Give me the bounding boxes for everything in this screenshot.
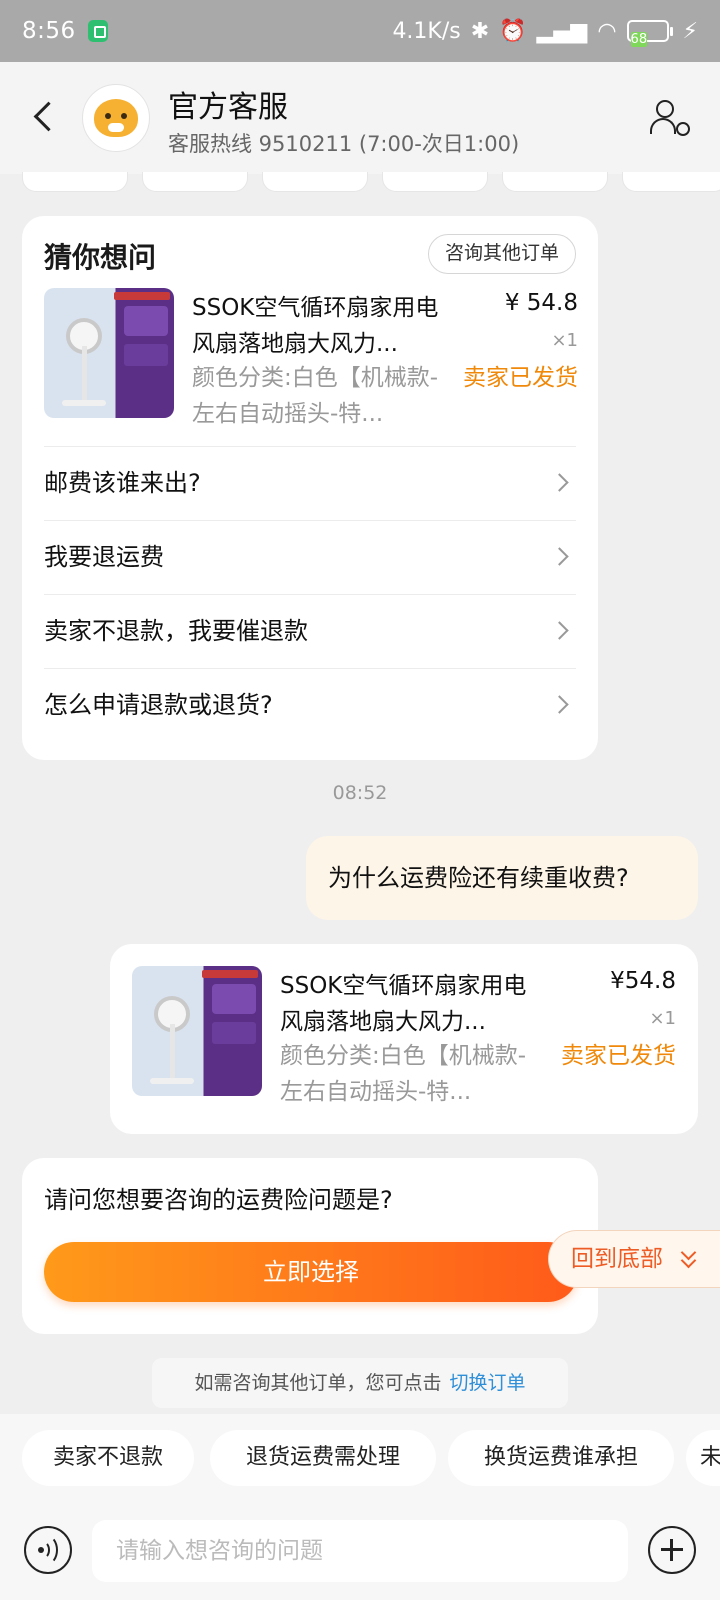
product-price: ¥54.8 <box>610 968 676 994</box>
product-image <box>44 288 174 418</box>
shipping-status: 卖家已发货 <box>463 365 578 391</box>
chevron-right-icon <box>550 547 569 566</box>
guess-card: 猜你想问 咨询其他订单 SSOK空气循环扇家用电风扇落地扇大风力... 颜色分类… <box>22 216 598 760</box>
back-to-bottom-label: 回到底部 <box>571 1246 663 1272</box>
ask-text: 请问您想要咨询的运费险问题是? <box>44 1186 393 1214</box>
hotline-text: 客服热线 9510211 (7:00-次日1:00) <box>168 132 520 156</box>
quick-chip[interactable]: 卖家不退款 <box>22 1430 194 1486</box>
chat-header: 官方客服 客服热线 9510211 (7:00-次日1:00) <box>0 62 720 174</box>
guess-title: 猜你想问 <box>44 241 157 274</box>
battery-level: 68 <box>630 32 648 47</box>
status-right: 4.1K/s ✱ ⏰ ▂▄▆ ◠ 68 ⚡ <box>392 18 698 47</box>
chevron-right-icon <box>550 473 569 492</box>
product-spec: 颜色分类:白色【机械款-左右自动摇头-特... <box>192 365 439 427</box>
mascot-icon <box>94 99 138 137</box>
gear-icon <box>676 122 690 136</box>
charging-icon: ⚡ <box>682 18 698 44</box>
bluetooth-icon: ✱ <box>470 18 490 44</box>
select-now-button[interactable]: 立即选择 <box>44 1242 578 1302</box>
product-spec: 颜色分类:白色【机械款-左右自动摇头-特... <box>280 1043 527 1105</box>
other-order-button[interactable]: 咨询其他订单 <box>427 234 576 274</box>
user-settings-button[interactable] <box>650 98 690 138</box>
faq-item[interactable]: 邮费该谁来出? <box>44 446 576 520</box>
user-settings-icon <box>656 100 674 118</box>
back-button[interactable] <box>24 96 64 140</box>
battery-icon: 68 <box>626 20 673 47</box>
bottom-bar: 卖家不退款 退货运费需处理 换货运费谁承担 未 请输入想咨询的问题 <box>0 1414 720 1600</box>
shipping-status: 卖家已发货 <box>561 1043 676 1069</box>
faq-item[interactable]: 怎么申请退款或退货? <box>44 668 576 742</box>
faq-item[interactable]: 我要退运费 <box>44 520 576 594</box>
status-bar: 8:56 4.1K/s ✱ ⏰ ▂▄▆ ◠ 68 ⚡ <box>0 0 720 62</box>
top-chip[interactable] <box>142 172 248 192</box>
chat-timestamp: 08:52 <box>332 782 388 804</box>
quick-chip[interactable]: 未 <box>686 1430 720 1486</box>
product-name: SSOK空气循环扇家用电风扇落地扇大风力... <box>192 295 439 357</box>
voice-button[interactable] <box>24 1526 72 1574</box>
faq-label: 我要退运费 <box>44 543 164 571</box>
switch-tip-text: 如需咨询其他订单，您可点击 <box>194 1372 442 1394</box>
product-image <box>132 966 262 1096</box>
switch-order-tip: 如需咨询其他订单，您可点击 切换订单 <box>152 1358 568 1408</box>
quick-chip[interactable]: 退货运费需处理 <box>210 1430 436 1486</box>
chevron-right-icon <box>550 695 569 714</box>
avatar[interactable] <box>82 84 150 152</box>
page-title: 官方客服 <box>168 90 288 125</box>
order-product: SSOK空气循环扇家用电风扇落地扇大风力... 颜色分类:白色【机械款-左右自动… <box>132 966 676 1106</box>
product-price: ¥ 54.8 <box>504 290 578 316</box>
faq-label: 卖家不退款，我要催退款 <box>44 617 308 645</box>
shield-icon <box>87 20 108 42</box>
faq-label: 邮费该谁来出? <box>44 469 201 497</box>
product-qty: ×1 <box>551 330 578 351</box>
net-speed: 4.1K/s <box>392 18 461 44</box>
top-chip[interactable] <box>382 172 488 192</box>
faq-label: 怎么申请退款或退货? <box>44 691 273 719</box>
back-to-bottom-button[interactable]: 回到底部 <box>548 1230 720 1288</box>
user-message-bubble[interactable]: 为什么运费险还有续重收费? <box>306 836 698 920</box>
ask-card: 请问您想要咨询的运费险问题是? 立即选择 <box>22 1158 598 1334</box>
wifi-icon: ◠ <box>597 18 617 44</box>
top-chip[interactable] <box>22 172 128 192</box>
product-name: SSOK空气循环扇家用电风扇落地扇大风力... <box>280 973 527 1035</box>
add-button[interactable] <box>648 1526 696 1574</box>
product-qty: ×1 <box>649 1008 676 1029</box>
top-chip[interactable] <box>622 172 720 192</box>
signal-icon: ▂▄▆ <box>536 18 588 44</box>
faq-item[interactable]: 卖家不退款，我要催退款 <box>44 594 576 668</box>
product-item[interactable]: SSOK空气循环扇家用电风扇落地扇大风力... 颜色分类:白色【机械款-左右自动… <box>44 288 578 428</box>
switch-order-link[interactable]: 切换订单 <box>450 1372 526 1394</box>
alarm-icon: ⏰ <box>499 18 527 44</box>
quick-chip[interactable]: 换货运费谁承担 <box>448 1430 674 1486</box>
top-chip[interactable] <box>502 172 608 192</box>
message-input[interactable]: 请输入想咨询的问题 <box>92 1520 628 1582</box>
top-chip[interactable] <box>262 172 368 192</box>
order-card[interactable]: SSOK空气循环扇家用电风扇落地扇大风力... 颜色分类:白色【机械款-左右自动… <box>110 944 698 1134</box>
status-time: 8:56 <box>22 18 76 44</box>
chevron-right-icon <box>550 621 569 640</box>
